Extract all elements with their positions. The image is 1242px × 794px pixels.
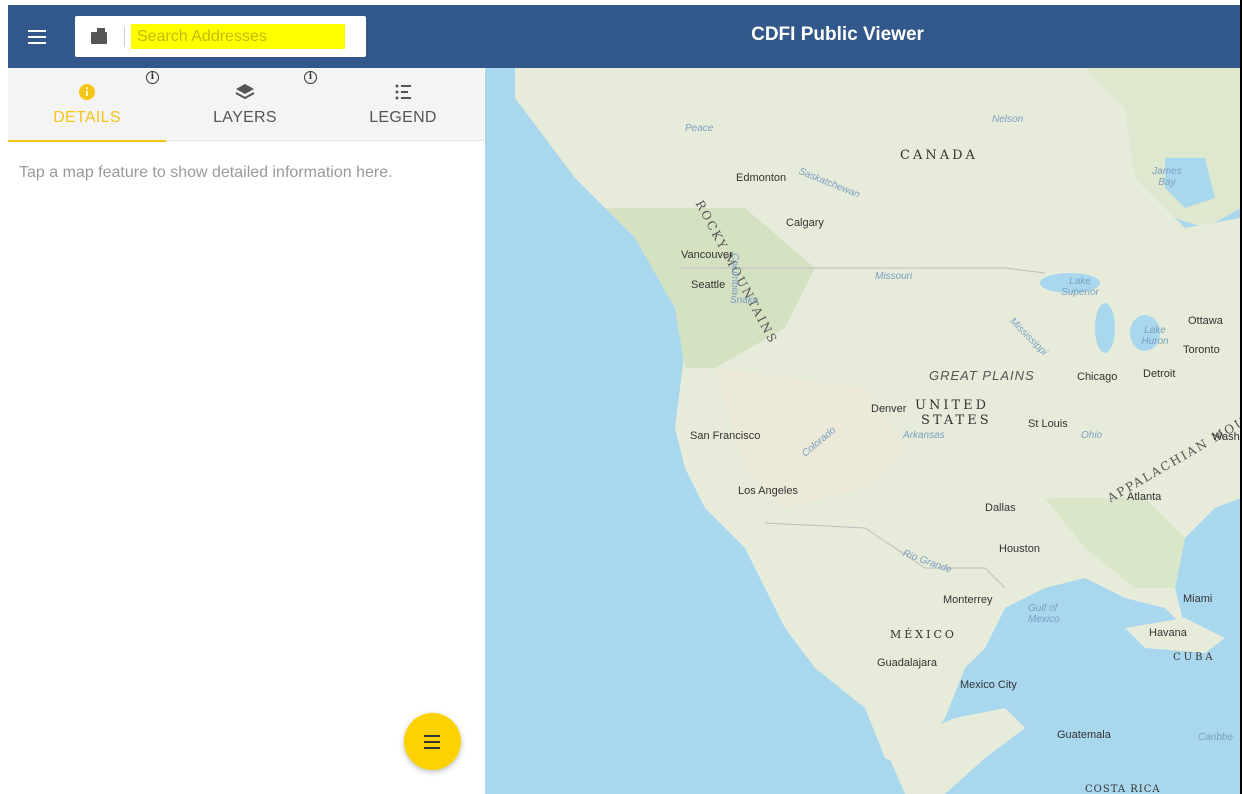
details-empty-message: Tap a map feature to show detailed infor…	[19, 164, 393, 181]
info-circle-icon	[79, 84, 95, 100]
river-label-ohio: Ohio	[1081, 430, 1103, 441]
city-label-monterrey: Monterrey	[943, 594, 993, 606]
country-label-cuba: CUBA	[1173, 652, 1216, 663]
city-label-ottawa: Ottawa	[1188, 315, 1223, 327]
tab-legend[interactable]: LEGEND	[324, 68, 482, 141]
menu-fab-button[interactable]	[404, 713, 461, 770]
river-label-snake: Snake	[730, 295, 759, 306]
water-label-gulf-of-mexico: Gulf of Mexico	[1028, 603, 1060, 625]
app-header: CDFI Public Viewer	[8, 5, 1241, 68]
city-label-detroit: Detroit	[1143, 368, 1176, 380]
river-label-nelson: Nelson	[992, 114, 1024, 125]
city-label-atlanta: Atlanta	[1127, 491, 1162, 503]
tab-label: LEGEND	[369, 109, 437, 126]
tab-bar: i DETAILS i LAYERS LEGEND	[8, 68, 484, 142]
city-label-vancouver: Vancouver	[681, 249, 733, 261]
country-label-costa-rica: COSTA RICA	[1085, 784, 1161, 794]
country-label-us-line2: STATES	[921, 413, 992, 428]
city-label-miami: Miami	[1183, 593, 1213, 605]
city-label-houston: Houston	[999, 543, 1040, 555]
water-label-james-bay: James Bay	[1152, 166, 1182, 188]
tab-layers[interactable]: i LAYERS	[166, 68, 324, 141]
country-label-canada: CANADA	[900, 148, 978, 163]
river-label-peace: Peace	[685, 123, 714, 134]
city-label-los-angeles: Los Angeles	[738, 485, 798, 497]
country-label-us-line1: UNITED	[915, 398, 990, 413]
app-title: CDFI Public Viewer	[751, 24, 924, 45]
city-label-guadalajara: Guadalajara	[877, 657, 937, 669]
city-label-mexico-city: Mexico City	[960, 679, 1017, 691]
water-label-caribbean: Caribbe	[1198, 732, 1234, 743]
layers-info-icon[interactable]: i	[304, 71, 317, 84]
city-label-chicago: Chicago	[1077, 371, 1118, 383]
city-label-st-louis: St Louis	[1028, 418, 1068, 430]
river-label-arkansas: Arkansas	[903, 430, 945, 441]
tab-label: DETAILS	[53, 109, 121, 126]
basemap	[485, 68, 1241, 794]
city-label-edmonton: Edmonton	[736, 172, 787, 184]
city-label-wash: Wash	[1212, 431, 1240, 443]
river-label-columbia: Columbia	[729, 253, 740, 296]
country-label-mexico: MÉXICO	[890, 628, 957, 641]
river-label-missouri: Missouri	[875, 271, 913, 282]
city-label-seattle: Seattle	[691, 279, 726, 291]
city-label-dallas: Dallas	[985, 502, 1016, 514]
city-label-san-francisco: San Francisco	[690, 430, 761, 442]
city-label-havana: Havana	[1149, 627, 1187, 639]
map-view[interactable]: CANADA UNITED STATES MÉXICO CUBA COSTA R…	[485, 68, 1241, 794]
details-info-icon[interactable]: i	[146, 71, 159, 84]
layers-icon	[235, 84, 255, 100]
city-label-denver: Denver	[871, 403, 907, 415]
city-label-guatemala: Guatemala	[1057, 729, 1111, 741]
water-label-lake-huron: Lake Huron	[1141, 325, 1169, 347]
region-label-great-plains: GREAT PLAINS	[929, 368, 1035, 383]
tab-details[interactable]: i DETAILS	[8, 68, 166, 142]
city-label-calgary: Calgary	[786, 217, 824, 229]
water-label-lake-superior: Lake Superior	[1061, 276, 1099, 298]
city-label-toronto: Toronto	[1183, 344, 1220, 356]
legend-list-icon	[395, 84, 411, 100]
side-panel: i DETAILS i LAYERS LEGEND Tap a map feat…	[8, 68, 484, 794]
tab-label: LAYERS	[213, 109, 277, 126]
